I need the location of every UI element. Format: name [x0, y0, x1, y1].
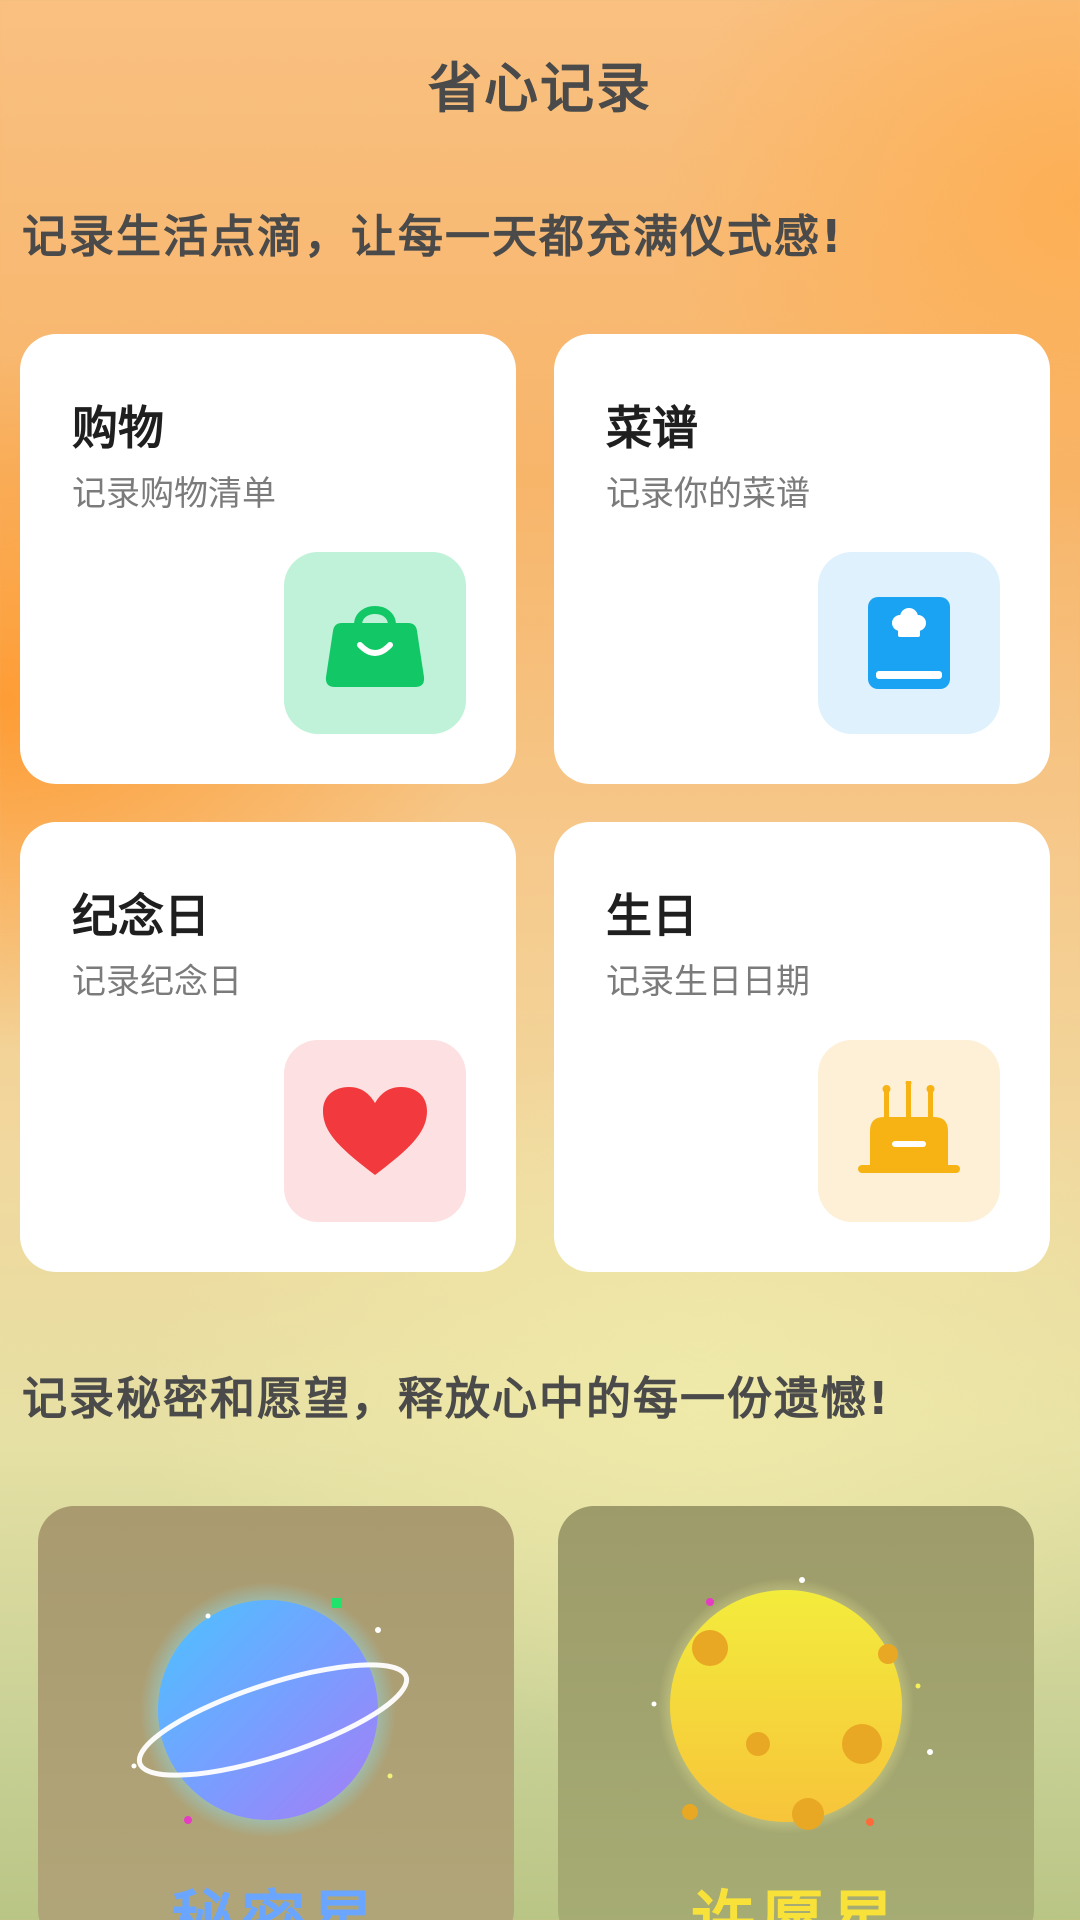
- planet-icon: [131, 1582, 410, 1838]
- shopping-card[interactable]: 购物 记录购物清单: [20, 334, 516, 784]
- card-subtitle: 记录纪念日: [72, 962, 242, 1002]
- card-title: 纪念日: [72, 889, 210, 943]
- wish-star-label: 许愿星: [558, 1870, 1034, 1920]
- page-title: 省心记录: [428, 57, 652, 120]
- card-subtitle: 记录购物清单: [72, 474, 276, 514]
- moon-icon: [651, 1577, 933, 1834]
- birthday-card[interactable]: 生日 记录生日日期: [554, 822, 1050, 1272]
- section-tagline-life: 记录生活点滴，让每一天都充满仪式感!: [22, 210, 844, 263]
- recipe-book-icon: [818, 552, 1000, 734]
- birthday-cake-icon: [818, 1040, 1000, 1222]
- shopping-bag-icon: [284, 552, 466, 734]
- card-title: 生日: [606, 889, 698, 943]
- recipe-card[interactable]: 菜谱 记录你的菜谱: [554, 334, 1050, 784]
- card-title: 购物: [72, 401, 164, 455]
- wish-star-card[interactable]: 许愿星: [558, 1506, 1034, 1920]
- secret-star-label: 秘密星: [38, 1870, 514, 1920]
- card-subtitle: 记录生日日期: [606, 962, 810, 1002]
- card-subtitle: 记录你的菜谱: [606, 474, 810, 514]
- secret-star-card[interactable]: 秘密星: [38, 1506, 514, 1920]
- anniversary-card[interactable]: 纪念日 记录纪念日: [20, 822, 516, 1272]
- heart-icon: [284, 1040, 466, 1222]
- section-tagline-secrets: 记录秘密和愿望，释放心中的每一份遗憾!: [22, 1372, 891, 1425]
- card-title: 菜谱: [606, 401, 698, 455]
